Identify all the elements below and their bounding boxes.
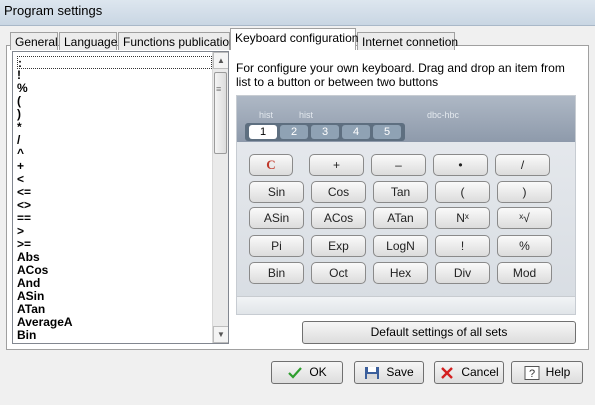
scroll-up-icon[interactable]: ▲ (213, 52, 228, 69)
svg-text:?: ? (529, 368, 535, 380)
calc-key[interactable]: ) (497, 181, 552, 203)
clear-button[interactable]: C (249, 154, 293, 176)
window-title: Program settings (4, 3, 103, 18)
calculator-preview: hist hist dbc-hbc 1 2 3 4 5 C + – • / Sin Cos… (236, 95, 576, 315)
floppy-disk-icon (365, 366, 380, 379)
calc-key[interactable]: Tan (373, 181, 428, 203)
tab-general[interactable]: General (10, 32, 58, 50)
calc-key[interactable]: ASin (249, 207, 304, 229)
calc-menu-item: hist (299, 110, 314, 120)
list-item[interactable]: > (17, 225, 212, 238)
calc-key[interactable]: Pi (249, 235, 304, 257)
calc-key[interactable]: Exp (311, 235, 366, 257)
cancel-label: Cancel (461, 365, 499, 379)
function-list-items: :!%() * / ^ + < <= <> == > >= Abs ACos And ASin ATan Ave… (17, 56, 212, 342)
list-item[interactable]: / (17, 134, 212, 147)
list-item[interactable]: ( (17, 95, 212, 108)
checkmark-icon (288, 367, 303, 379)
list-scrollbar[interactable]: ▲ ≡ ▼ (212, 52, 228, 343)
set-button-5[interactable]: 5 (373, 125, 401, 139)
scroll-down-icon[interactable]: ▼ (213, 326, 228, 343)
calc-key[interactable]: / (495, 154, 550, 176)
set-selector: 1 2 3 4 5 (245, 123, 405, 141)
list-item[interactable]: ASin (17, 290, 212, 303)
set-button-1[interactable]: 1 (249, 125, 277, 139)
default-settings-button[interactable]: Default settings of all sets (302, 321, 576, 344)
close-icon (441, 366, 454, 379)
list-item[interactable]: % (17, 82, 212, 95)
list-item[interactable]: == (17, 212, 212, 225)
list-item[interactable]: Bin (17, 329, 212, 342)
tab-language[interactable]: Language (59, 32, 117, 50)
calc-key[interactable]: Cos (311, 181, 366, 203)
calculator-header: hist hist dbc-hbc 1 2 3 4 5 (237, 96, 575, 142)
tab-functions-publication[interactable]: Functions publication (118, 32, 236, 50)
list-item[interactable]: < (17, 173, 212, 186)
calc-menu-item: dbc-hbc (427, 110, 460, 120)
tab-keyboard-configuration[interactable]: Keyboard configuration (230, 28, 358, 50)
list-item[interactable]: AverageA (17, 316, 212, 329)
calc-key[interactable]: ( (435, 181, 490, 203)
ok-button[interactable]: OK (271, 361, 343, 384)
calc-key[interactable]: Oct (311, 262, 366, 284)
set-button-2[interactable]: 2 (280, 125, 308, 139)
calc-key[interactable]: + (309, 154, 364, 176)
calc-key[interactable]: Mod (497, 262, 552, 284)
list-item[interactable]: * (17, 121, 212, 134)
calc-menu-item: hist (259, 110, 274, 120)
calc-key[interactable]: Div (435, 262, 490, 284)
calc-key[interactable]: ATan (373, 207, 428, 229)
calc-key[interactable]: LogN (373, 235, 428, 257)
title-bar: Program settings (0, 0, 595, 26)
calc-key[interactable]: Sin (249, 181, 304, 203)
calc-key[interactable]: – (371, 154, 426, 176)
cancel-button[interactable]: Cancel (434, 361, 504, 384)
calc-key[interactable]: % (497, 235, 552, 257)
tab-internet-connection[interactable]: Internet connetion (357, 32, 458, 50)
list-item[interactable]: ACos (17, 264, 212, 277)
help-label: Help (545, 365, 571, 379)
calc-key[interactable]: Nˣ (435, 207, 490, 229)
grip-icon: ≡ (216, 84, 222, 94)
calc-key[interactable]: ! (435, 235, 490, 257)
list-item[interactable]: ! (17, 69, 212, 82)
help-button[interactable]: ? Help (511, 361, 583, 384)
list-item[interactable]: And (17, 277, 212, 290)
list-item[interactable]: <= (17, 186, 212, 199)
calc-key[interactable]: • (433, 154, 488, 176)
list-item[interactable]: ^ (17, 147, 212, 160)
keyboard-hint: For configure your own keyboard. Drag an… (236, 61, 565, 89)
calc-key[interactable]: Bin (249, 262, 304, 284)
list-item[interactable]: ) (17, 108, 212, 121)
calc-key[interactable]: ACos (311, 207, 366, 229)
list-item[interactable]: : (17, 56, 212, 70)
calc-key[interactable]: Hex (373, 262, 428, 284)
list-item[interactable]: >= (17, 238, 212, 251)
help-icon: ? (524, 365, 540, 380)
list-item[interactable]: <> (17, 199, 212, 212)
list-item[interactable]: + (17, 160, 212, 173)
save-label: Save (386, 365, 414, 379)
ok-label: OK (309, 365, 327, 379)
calculator-footer (237, 296, 575, 314)
set-button-3[interactable]: 3 (311, 125, 339, 139)
calc-key[interactable]: ˣ√ (497, 207, 552, 229)
set-button-4[interactable]: 4 (342, 125, 370, 139)
function-list[interactable]: :!%() * / ^ + < <= <> == > >= Abs ACos And ASin ATan Ave… (12, 51, 229, 344)
save-button[interactable]: Save (354, 361, 424, 384)
